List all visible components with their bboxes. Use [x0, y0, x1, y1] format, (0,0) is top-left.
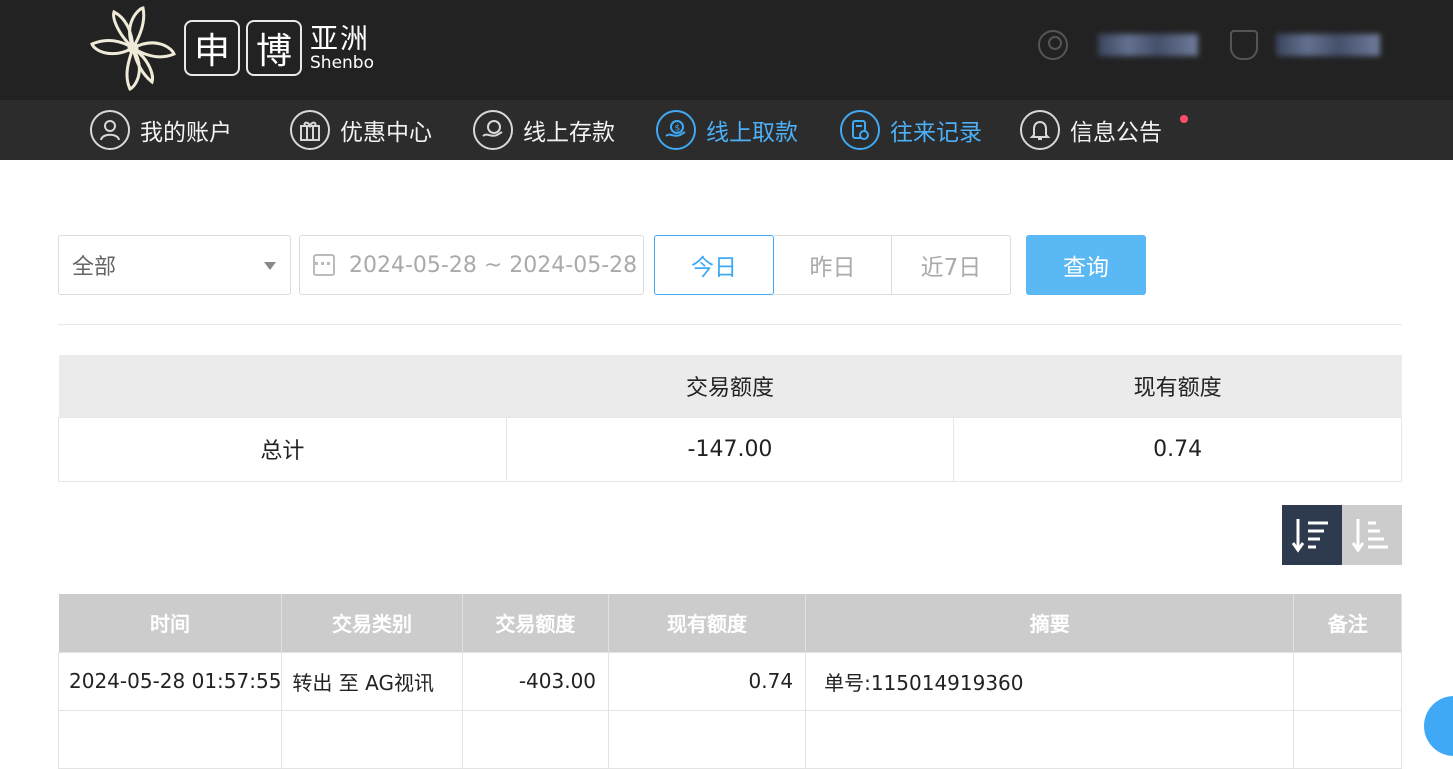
nav-online-deposit[interactable]: 线上存款 — [473, 108, 615, 152]
user-avatar-icon — [1038, 30, 1068, 60]
table-row — [57, 709, 1402, 769]
top-header: 申 博 亚洲 Shenbo — [0, 0, 1453, 100]
table-row: 2024-05-28 01:57:55 转出 至 AG视讯 -403.00 0.… — [57, 651, 1402, 711]
summary-header-blank — [58, 355, 507, 417]
brand-en: Shenbo — [310, 52, 374, 73]
nav-label: 信息公告 — [1070, 120, 1162, 146]
col-header-type[interactable]: 交易类别 — [281, 594, 463, 652]
gift-icon — [290, 110, 330, 150]
nav-label: 我的账户 — [140, 120, 232, 146]
transaction-type-select[interactable]: 全部 — [58, 235, 291, 295]
nav-records[interactable]: 往来记录 — [840, 108, 982, 152]
username-redacted — [1098, 34, 1198, 56]
nav-label: 优惠中心 — [340, 120, 432, 146]
summary-table: 交易额度 现有额度 总计 -147.00 0.74 — [58, 355, 1402, 482]
col-header-memo[interactable]: 摘要 — [805, 594, 1295, 652]
nav-promotions[interactable]: 优惠中心 — [290, 108, 432, 152]
records-table: 时间 交易类别 交易额度 现有额度 摘要 备注 2024-05-28 01:57… — [57, 594, 1402, 769]
col-header-balance[interactable]: 现有额度 — [608, 594, 807, 652]
brand-text: 亚洲 Shenbo — [310, 21, 374, 73]
sort-asc-button[interactable] — [1342, 505, 1402, 565]
summary-header-balance: 现有额度 — [953, 355, 1402, 417]
sort-desc-button[interactable] — [1282, 505, 1342, 565]
col-header-time[interactable]: 时间 — [58, 594, 283, 652]
sort-ascending-icon — [1351, 519, 1388, 553]
col-header-amount[interactable]: 交易额度 — [462, 594, 610, 652]
cell-balance: 0.74 — [608, 651, 807, 711]
bell-icon — [1020, 110, 1060, 150]
calendar-icon — [313, 254, 335, 276]
balance-redacted — [1276, 34, 1380, 56]
chevron-down-icon — [264, 262, 276, 270]
range-today-button[interactable]: 今日 — [654, 235, 774, 295]
date-range-value: 2024-05-28 ~ 2024-05-28 — [349, 252, 638, 278]
notification-dot — [1180, 115, 1188, 123]
svg-text:$: $ — [675, 124, 681, 134]
logo-char-bo: 博 — [246, 20, 302, 76]
summary-header-amount: 交易额度 — [506, 355, 954, 417]
cell-type: 转出 至 AG视讯 — [281, 651, 463, 711]
date-range-picker[interactable]: 2024-05-28 ~ 2024-05-28 — [299, 235, 644, 295]
summary-current-balance: 0.74 — [953, 416, 1402, 482]
brand-cn: 亚洲 — [310, 21, 371, 55]
chat-support-button[interactable] — [1424, 696, 1453, 756]
logo-char-shen: 申 — [184, 20, 240, 76]
sort-descending-icon — [1291, 519, 1328, 553]
range-7days-button[interactable]: 近7日 — [891, 235, 1011, 295]
nav-label: 往来记录 — [890, 120, 982, 146]
cell-memo: 单号:115014919360 — [805, 651, 1295, 711]
nav-label: 线上取款 — [706, 120, 798, 146]
query-button[interactable]: 查询 — [1026, 235, 1146, 295]
deposit-icon — [473, 110, 513, 150]
cell-remark — [1293, 651, 1402, 711]
summary-total-amount: -147.00 — [505, 416, 955, 482]
cell-time: 2024-05-28 01:57:55 — [57, 651, 283, 711]
cell-amount: -403.00 — [461, 651, 610, 711]
nav-label: 线上存款 — [523, 120, 615, 146]
summary-total-label: 总计 — [58, 416, 507, 482]
flower-logo-icon — [90, 6, 176, 92]
divider — [58, 324, 1402, 325]
user-balance[interactable] — [1230, 30, 1380, 60]
main-nav: 我的账户 优惠中心 线上存款 $ 线上取款 往来记录 信息公告 — [0, 100, 1453, 160]
withdraw-icon: $ — [656, 110, 696, 150]
nav-announcements[interactable]: 信息公告 — [1020, 108, 1162, 152]
summary-row: 总计 -147.00 0.74 — [58, 416, 1402, 482]
range-yesterday-button[interactable]: 昨日 — [774, 235, 892, 295]
nav-my-account[interactable]: 我的账户 — [90, 108, 232, 152]
site-logo[interactable]: 申 博 亚洲 Shenbo — [88, 4, 374, 92]
user-account[interactable] — [1038, 30, 1198, 60]
col-header-remark[interactable]: 备注 — [1293, 594, 1402, 652]
user-icon — [90, 110, 130, 150]
wallet-icon — [1230, 30, 1258, 60]
type-select-value: 全部 — [72, 255, 117, 280]
nav-online-withdraw[interactable]: $ 线上取款 — [656, 108, 798, 152]
records-icon — [840, 110, 880, 150]
